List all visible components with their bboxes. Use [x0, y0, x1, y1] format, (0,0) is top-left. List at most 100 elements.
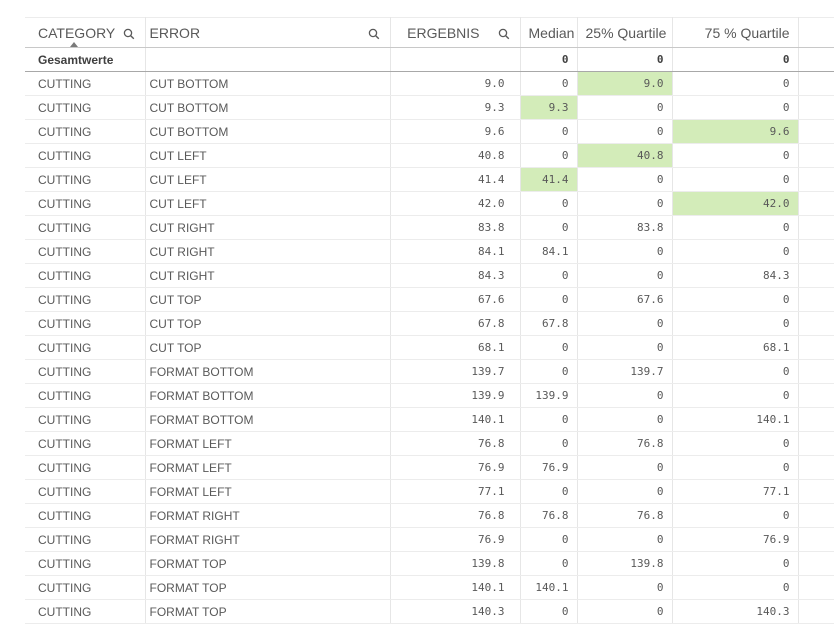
- cell-q25[interactable]: 76.8: [577, 503, 673, 528]
- cell-ergebnis[interactable]: 83.8: [390, 215, 521, 240]
- table-row[interactable]: CUTTING FORMAT LEFT 76.8 0 76.8 0: [25, 431, 834, 456]
- cell-ergebnis[interactable]: 76.8: [390, 431, 521, 456]
- cell-category[interactable]: CUTTING: [25, 503, 146, 528]
- cell-category[interactable]: CUTTING: [25, 191, 146, 216]
- cell-q75[interactable]: 0: [672, 383, 799, 408]
- cell-q25[interactable]: 0: [577, 407, 673, 432]
- cell-q25[interactable]: 67.6: [577, 287, 673, 312]
- table-row[interactable]: CUTTING FORMAT TOP 140.3 0 0 140.3: [25, 599, 834, 624]
- table-row[interactable]: CUTTING CUT BOTTOM 9.6 0 0 9.6: [25, 119, 834, 144]
- cell-category[interactable]: CUTTING: [25, 551, 146, 576]
- cell-median[interactable]: 67.8: [520, 311, 578, 336]
- cell-median[interactable]: 9.3: [520, 95, 578, 120]
- cell-category[interactable]: CUTTING: [25, 71, 146, 96]
- cell-category[interactable]: CUTTING: [25, 383, 146, 408]
- table-row[interactable]: CUTTING CUT TOP 67.6 0 67.6 0: [25, 287, 834, 312]
- table-row[interactable]: CUTTING FORMAT TOP 139.8 0 139.8 0: [25, 551, 834, 576]
- cell-median[interactable]: 0: [520, 71, 578, 96]
- cell-q75[interactable]: 68.1: [672, 335, 799, 360]
- cell-q25[interactable]: 139.7: [577, 359, 673, 384]
- cell-q25[interactable]: 0: [577, 167, 673, 192]
- cell-error[interactable]: CUT TOP: [145, 311, 391, 336]
- cell-median[interactable]: 0: [520, 335, 578, 360]
- cell-q25[interactable]: 83.8: [577, 215, 673, 240]
- cell-median[interactable]: 76.9: [520, 455, 578, 480]
- cell-q75[interactable]: 42.0: [672, 191, 799, 216]
- cell-q75[interactable]: 0: [672, 287, 799, 312]
- cell-category[interactable]: CUTTING: [25, 167, 146, 192]
- column-header-median[interactable]: Median: [520, 17, 578, 48]
- cell-error[interactable]: CUT TOP: [145, 287, 391, 312]
- cell-q25[interactable]: 139.8: [577, 551, 673, 576]
- cell-category[interactable]: CUTTING: [25, 455, 146, 480]
- cell-q25[interactable]: 9.0: [577, 71, 673, 96]
- cell-error[interactable]: FORMAT BOTTOM: [145, 383, 391, 408]
- cell-median[interactable]: 139.9: [520, 383, 578, 408]
- cell-category[interactable]: CUTTING: [25, 527, 146, 552]
- cell-error[interactable]: CUT BOTTOM: [145, 95, 391, 120]
- cell-median[interactable]: 0: [520, 263, 578, 288]
- cell-median[interactable]: 140.1: [520, 575, 578, 600]
- cell-category[interactable]: CUTTING: [25, 335, 146, 360]
- table-row[interactable]: CUTTING CUT LEFT 40.8 0 40.8 0: [25, 143, 834, 168]
- cell-q75[interactable]: 0: [672, 431, 799, 456]
- table-row[interactable]: CUTTING FORMAT BOTTOM 140.1 0 0 140.1: [25, 407, 834, 432]
- cell-category[interactable]: CUTTING: [25, 287, 146, 312]
- table-row[interactable]: CUTTING FORMAT RIGHT 76.9 0 0 76.9: [25, 527, 834, 552]
- column-header-error[interactable]: ERROR: [145, 17, 391, 48]
- cell-error[interactable]: FORMAT RIGHT: [145, 503, 391, 528]
- cell-error[interactable]: FORMAT LEFT: [145, 455, 391, 480]
- cell-ergebnis[interactable]: 68.1: [390, 335, 521, 360]
- cell-median[interactable]: 0: [520, 143, 578, 168]
- cell-category[interactable]: CUTTING: [25, 479, 146, 504]
- column-header-q75[interactable]: 75 % Quartile: [672, 17, 799, 48]
- cell-q75[interactable]: 0: [672, 71, 799, 96]
- search-icon[interactable]: [368, 27, 380, 40]
- cell-error[interactable]: CUT LEFT: [145, 167, 391, 192]
- column-header-ergebnis[interactable]: ERGEBNIS: [390, 17, 521, 48]
- cell-category[interactable]: CUTTING: [25, 599, 146, 624]
- cell-ergebnis[interactable]: 9.6: [390, 119, 521, 144]
- cell-median[interactable]: 0: [520, 215, 578, 240]
- cell-error[interactable]: CUT TOP: [145, 335, 391, 360]
- cell-q75[interactable]: 84.3: [672, 263, 799, 288]
- search-icon[interactable]: [123, 27, 135, 40]
- cell-q75[interactable]: 0: [672, 239, 799, 264]
- cell-q25[interactable]: 0: [577, 263, 673, 288]
- cell-error[interactable]: FORMAT TOP: [145, 575, 391, 600]
- cell-ergebnis[interactable]: 139.8: [390, 551, 521, 576]
- cell-error[interactable]: CUT LEFT: [145, 191, 391, 216]
- column-header-q25[interactable]: 25% Quartile: [577, 17, 673, 48]
- table-row[interactable]: CUTTING CUT RIGHT 84.1 84.1 0 0: [25, 239, 834, 264]
- cell-ergebnis[interactable]: 40.8: [390, 143, 521, 168]
- cell-ergebnis[interactable]: 9.0: [390, 71, 521, 96]
- cell-q75[interactable]: 0: [672, 551, 799, 576]
- cell-ergebnis[interactable]: 139.9: [390, 383, 521, 408]
- cell-q25[interactable]: 0: [577, 311, 673, 336]
- cell-q75[interactable]: 0: [672, 503, 799, 528]
- cell-q25[interactable]: 76.8: [577, 431, 673, 456]
- cell-category[interactable]: CUTTING: [25, 95, 146, 120]
- cell-error[interactable]: FORMAT LEFT: [145, 431, 391, 456]
- cell-q75[interactable]: 0: [672, 311, 799, 336]
- cell-q25[interactable]: 0: [577, 335, 673, 360]
- table-row[interactable]: CUTTING CUT BOTTOM 9.3 9.3 0 0: [25, 95, 834, 120]
- cell-ergebnis[interactable]: 76.9: [390, 455, 521, 480]
- cell-error[interactable]: FORMAT BOTTOM: [145, 407, 391, 432]
- cell-error[interactable]: CUT BOTTOM: [145, 71, 391, 96]
- cell-error[interactable]: CUT LEFT: [145, 143, 391, 168]
- cell-category[interactable]: CUTTING: [25, 431, 146, 456]
- cell-ergebnis[interactable]: 67.8: [390, 311, 521, 336]
- cell-category[interactable]: CUTTING: [25, 407, 146, 432]
- cell-median[interactable]: 0: [520, 359, 578, 384]
- table-row[interactable]: CUTTING CUT LEFT 41.4 41.4 0 0: [25, 167, 834, 192]
- table-row[interactable]: CUTTING CUT TOP 68.1 0 0 68.1: [25, 335, 834, 360]
- cell-ergebnis[interactable]: 9.3: [390, 95, 521, 120]
- cell-ergebnis[interactable]: 84.3: [390, 263, 521, 288]
- cell-category[interactable]: CUTTING: [25, 359, 146, 384]
- cell-q25[interactable]: 0: [577, 191, 673, 216]
- cell-ergebnis[interactable]: 84.1: [390, 239, 521, 264]
- cell-q75[interactable]: 0: [672, 95, 799, 120]
- cell-q75[interactable]: 140.1: [672, 407, 799, 432]
- cell-q75[interactable]: 0: [672, 575, 799, 600]
